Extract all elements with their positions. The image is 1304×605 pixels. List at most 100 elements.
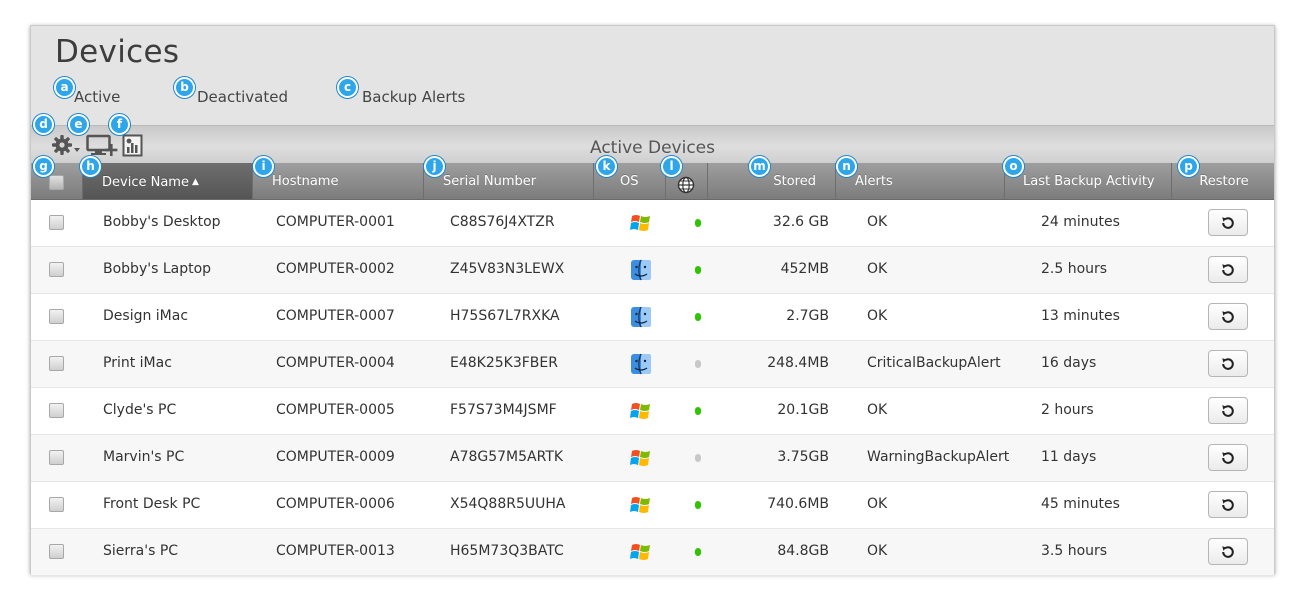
- restore-icon: [1222, 546, 1234, 558]
- tab-active[interactable]: Active: [74, 88, 120, 106]
- hostname-cell: COMPUTER-0001: [276, 214, 395, 230]
- device-name-cell[interactable]: Marvin's PC: [103, 435, 184, 480]
- column-hostname[interactable]: Hostname: [253, 163, 424, 199]
- table-row[interactable]: Sierra's PC COMPUTER-0013 H65M73Q3BATC 84.8…: [31, 529, 1274, 576]
- page-title: Devices: [55, 34, 180, 70]
- select-all-checkbox[interactable]: [49, 175, 64, 190]
- sort-ascending-icon: ▲: [191, 177, 199, 187]
- mac-finder-icon: [630, 353, 651, 375]
- serial-number-cell: Z45V83N3LEWX: [450, 261, 565, 277]
- last-backup-cell: 3.5 hours: [1041, 543, 1108, 559]
- restore-icon: [1222, 405, 1234, 417]
- alerts-cell[interactable]: OK: [867, 294, 887, 339]
- table-row[interactable]: Bobby's Desktop COMPUTER-0001 C88S76J4XTZR…: [31, 200, 1274, 247]
- restore-icon: [1222, 358, 1234, 370]
- windows-logo-icon: [630, 541, 650, 561]
- callout-badge: c: [337, 77, 358, 98]
- online-status-dot: [695, 313, 701, 321]
- column-serial-number[interactable]: Serial Number: [424, 163, 594, 199]
- row-checkbox[interactable]: [49, 497, 64, 512]
- alerts-cell[interactable]: OK: [867, 482, 887, 527]
- restore-button[interactable]: [1208, 397, 1248, 424]
- offline-status-dot: [695, 454, 701, 462]
- alerts-cell[interactable]: OK: [867, 200, 887, 245]
- row-checkbox[interactable]: [49, 262, 64, 277]
- page-header: Devices Active Deactivated Backup Alerts: [31, 26, 1274, 125]
- callout-badge: m: [749, 156, 770, 177]
- hostname-cell: COMPUTER-0009: [276, 449, 395, 465]
- device-table-body: Bobby's Desktop COMPUTER-0001 C88S76J4XTZR…: [31, 200, 1274, 576]
- table-row[interactable]: Print iMac COMPUTER-0004 E48K25K3FBER 248.4…: [31, 341, 1274, 388]
- device-name-cell[interactable]: Front Desk PC: [103, 482, 200, 527]
- device-name-cell[interactable]: Design iMac: [103, 294, 188, 339]
- toolbar: Active Devices: [31, 125, 1274, 163]
- device-name-cell[interactable]: Sierra's PC: [103, 529, 178, 574]
- alerts-cell[interactable]: OK: [867, 529, 887, 574]
- online-status-dot: [695, 548, 701, 556]
- column-last-backup-activity[interactable]: Last Backup Activity: [1005, 163, 1172, 199]
- row-checkbox[interactable]: [49, 215, 64, 230]
- last-backup-cell: 13 minutes: [1041, 308, 1120, 324]
- serial-number-cell: A78G57M5ARTK: [450, 449, 564, 465]
- device-name-cell[interactable]: Clyde's PC: [103, 388, 176, 433]
- callout-badge: n: [836, 156, 857, 177]
- device-name-cell[interactable]: Bobby's Laptop: [103, 247, 211, 292]
- stored-cell: 84.8GB: [777, 543, 829, 559]
- alerts-cell[interactable]: OK: [867, 247, 887, 292]
- row-checkbox[interactable]: [49, 544, 64, 559]
- row-checkbox[interactable]: [49, 403, 64, 418]
- restore-button[interactable]: [1208, 209, 1248, 236]
- last-backup-cell: 2 hours: [1041, 402, 1094, 418]
- callout-badge: p: [1178, 156, 1199, 177]
- table-row[interactable]: Clyde's PC COMPUTER-0005 F57S73M4JSMF 20.1G…: [31, 388, 1274, 435]
- table-header: Device Name ▲ Hostname Serial Number OS S…: [31, 163, 1274, 200]
- row-checkbox[interactable]: [49, 309, 64, 324]
- serial-number-cell: E48K25K3FBER: [450, 355, 558, 371]
- table-row[interactable]: Marvin's PC COMPUTER-0009 A78G57M5ARTK 3.75…: [31, 435, 1274, 482]
- restore-button[interactable]: [1208, 350, 1248, 377]
- restore-icon: [1222, 499, 1234, 511]
- tab-backup-alerts[interactable]: Backup Alerts: [362, 88, 465, 106]
- hostname-cell: COMPUTER-0013: [276, 543, 395, 559]
- restore-icon: [1222, 264, 1234, 276]
- row-checkbox[interactable]: [49, 356, 64, 371]
- stored-cell: 3.75GB: [777, 449, 829, 465]
- report-icon[interactable]: [122, 134, 144, 163]
- stored-cell: 452MB: [780, 261, 829, 277]
- windows-logo-icon: [630, 400, 650, 420]
- restore-button[interactable]: [1208, 256, 1248, 283]
- row-checkbox[interactable]: [49, 450, 64, 465]
- column-device-name[interactable]: Device Name ▲: [83, 163, 253, 199]
- alerts-cell[interactable]: OK: [867, 388, 887, 433]
- restore-button[interactable]: [1208, 491, 1248, 518]
- table-row[interactable]: Design iMac COMPUTER-0007 H75S67L7RXKA 2.7G…: [31, 294, 1274, 341]
- windows-logo-icon: [630, 212, 650, 232]
- hostname-cell: COMPUTER-0005: [276, 402, 395, 418]
- hostname-cell: COMPUTER-0004: [276, 355, 395, 371]
- table-row[interactable]: Front Desk PC COMPUTER-0006 X54Q88R5UUHA 74…: [31, 482, 1274, 529]
- alerts-cell[interactable]: CriticalBackupAlert: [867, 341, 1001, 386]
- restore-button[interactable]: [1208, 444, 1248, 471]
- callout-badge: b: [174, 77, 195, 98]
- stored-cell: 2.7GB: [786, 308, 829, 324]
- restore-button[interactable]: [1208, 538, 1248, 565]
- windows-logo-icon: [630, 494, 650, 514]
- callout-badge: k: [596, 156, 617, 177]
- table-row[interactable]: Bobby's Laptop COMPUTER-0002 Z45V83N3LEWX 4…: [31, 247, 1274, 294]
- column-alerts[interactable]: Alerts: [836, 163, 1005, 199]
- tab-deactivated[interactable]: Deactivated: [197, 88, 288, 106]
- windows-logo-icon: [630, 447, 650, 467]
- gear-icon[interactable]: [51, 133, 81, 162]
- alerts-cell[interactable]: WarningBackupAlert: [867, 435, 1009, 480]
- online-status-dot: [695, 501, 701, 509]
- restore-button[interactable]: [1208, 303, 1248, 330]
- serial-number-cell: X54Q88R5UUHA: [450, 496, 566, 512]
- offline-status-dot: [695, 360, 701, 368]
- online-status-dot: [695, 266, 701, 274]
- device-name-cell[interactable]: Print iMac: [103, 341, 172, 386]
- last-backup-cell: 2.5 hours: [1041, 261, 1108, 277]
- column-stored[interactable]: Stored: [708, 163, 836, 199]
- stored-cell: 20.1GB: [777, 402, 829, 418]
- stored-cell: 740.6MB: [767, 496, 829, 512]
- device-name-cell[interactable]: Bobby's Desktop: [103, 200, 221, 245]
